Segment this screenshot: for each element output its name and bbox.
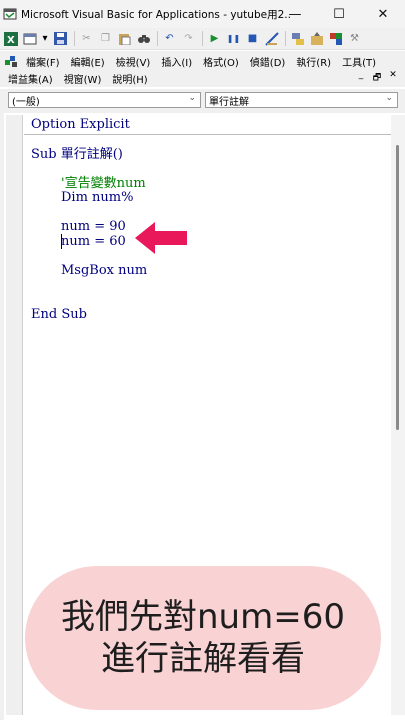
chevron-down-icon: ⌄	[385, 93, 393, 103]
code-line[interactable]: Option Explicit	[31, 117, 130, 132]
caption-line-2: 進行註解看看	[101, 639, 305, 679]
procedure-combo-value: 單行註解	[209, 96, 249, 108]
run-icon[interactable]: ▶	[207, 31, 222, 46]
undo-icon[interactable]: ↶	[162, 31, 177, 46]
excel-icon[interactable]: X	[3, 31, 18, 46]
code-line[interactable]: Dim num%	[61, 190, 133, 205]
code-window-minimize-icon[interactable]: _	[353, 70, 369, 86]
project-explorer-icon[interactable]	[290, 31, 305, 46]
close-button[interactable]: ✕	[361, 0, 405, 28]
code-window-restore-icon[interactable]: 🗗	[369, 70, 385, 86]
dropdown-icon[interactable]: ▾	[41, 31, 49, 46]
code-line[interactable]: MsgBox num	[61, 263, 147, 278]
chevron-down-icon: ⌄	[188, 93, 196, 103]
menu-format[interactable]: 格式(O)	[203, 54, 239, 69]
insert-form-icon[interactable]	[22, 31, 37, 46]
save-icon[interactable]	[53, 31, 68, 46]
declarations-separator	[24, 134, 391, 135]
text-caret	[61, 234, 62, 249]
minimize-button[interactable]: —	[273, 0, 317, 28]
code-line[interactable]: '宣告變數num	[61, 176, 146, 191]
code-line[interactable]: End Sub	[31, 307, 87, 322]
menu-tools[interactable]: 工具(T)	[342, 54, 376, 69]
copy-icon[interactable]: ❐	[98, 31, 113, 46]
minimize-icon: —	[288, 6, 302, 22]
object-browser-icon[interactable]	[328, 31, 343, 46]
break-icon[interactable]: ❚❚	[226, 31, 241, 46]
menu-addins[interactable]: 增益集(A)	[8, 71, 53, 86]
redo-icon[interactable]: ↷	[181, 31, 196, 46]
close-icon: ✕	[377, 6, 389, 22]
vba-menu-icon[interactable]	[4, 54, 19, 69]
procedure-combo[interactable]: 單行註解 ⌄	[205, 92, 398, 108]
code-line[interactable]: num = 90	[61, 219, 126, 234]
menu-edit[interactable]: 編輯(E)	[71, 54, 105, 69]
toolbox-icon[interactable]: ⚒	[347, 31, 362, 46]
pointer-arrow-icon	[135, 222, 187, 254]
menu-insert[interactable]: 插入(I)	[161, 54, 192, 69]
design-mode-icon[interactable]	[264, 31, 279, 46]
properties-icon[interactable]	[309, 31, 324, 46]
menu-help[interactable]: 說明(H)	[112, 71, 147, 86]
title-bar: Microsoft Visual Basic for Applications …	[0, 0, 405, 28]
scrollbar-thumb[interactable]	[396, 145, 399, 430]
caption-line-1: 我們先對num=60	[61, 597, 345, 637]
find-icon[interactable]	[136, 31, 151, 46]
window-title: Microsoft Visual Basic for Applications …	[21, 8, 291, 21]
menu-file[interactable]: 檔案(F)	[26, 54, 60, 69]
menu-bar: 檔案(F) 編輯(E) 檢視(V) 插入(I) 格式(O) 偵錯(D) 執行(R…	[0, 51, 405, 87]
cut-icon[interactable]: ✂	[79, 31, 94, 46]
code-line-highlighted[interactable]: num = 60	[61, 234, 126, 249]
object-combo-value: (一般)	[12, 96, 40, 108]
menu-window[interactable]: 視窗(W)	[64, 71, 102, 86]
caption-bubble: 我們先對num=60 進行註解看看	[25, 566, 381, 710]
code-window-combo-bar: (一般) ⌄ 單行註解 ⌄	[0, 89, 405, 113]
standard-toolbar: X ▾ ✂ ❐ ↶ ↷ ▶ ❚❚ ■ ⚒	[0, 28, 405, 50]
svg-text:X: X	[7, 35, 15, 46]
code-line[interactable]: Sub 單行註解()	[31, 147, 123, 162]
paste-icon[interactable]	[117, 31, 132, 46]
menu-view[interactable]: 檢視(V)	[116, 54, 151, 69]
reset-icon[interactable]: ■	[245, 31, 260, 46]
code-window-close-icon[interactable]: ✕	[385, 70, 401, 86]
maximize-button[interactable]: ☐	[317, 0, 361, 28]
margin-indicator-bar[interactable]	[6, 115, 23, 715]
menu-debug[interactable]: 偵錯(D)	[250, 54, 286, 69]
vba-app-icon	[3, 8, 17, 20]
menu-run[interactable]: 執行(R)	[296, 54, 331, 69]
maximize-icon: ☐	[333, 6, 345, 22]
object-combo[interactable]: (一般) ⌄	[8, 92, 201, 108]
vertical-scrollbar[interactable]	[391, 115, 405, 715]
